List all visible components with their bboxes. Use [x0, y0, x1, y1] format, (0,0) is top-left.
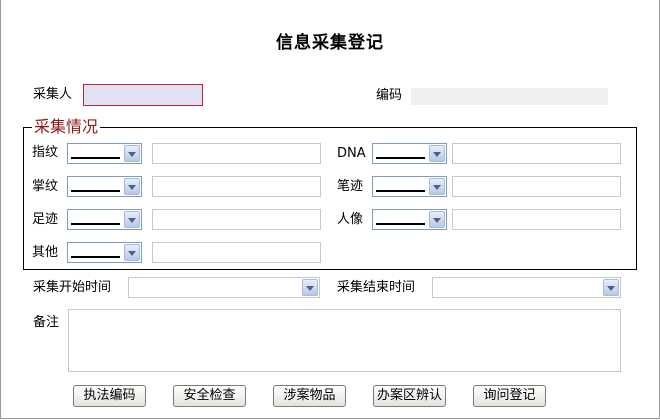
fingerprint-input[interactable] [152, 143, 321, 164]
dna-label: DNA [337, 146, 366, 161]
collection-section-legend: 采集情况 [34, 117, 99, 136]
dna-select[interactable] [372, 143, 447, 164]
collector-label: 采集人 [33, 87, 73, 102]
handwriting-input[interactable] [452, 176, 621, 197]
chevron-down-icon[interactable] [603, 279, 619, 296]
security-check-button[interactable]: 安全检查 [173, 385, 246, 407]
palmprint-select[interactable] [67, 176, 142, 197]
palmprint-label: 掌纹 [32, 179, 59, 194]
end-time-select[interactable] [432, 277, 621, 298]
case-area-identify-button[interactable]: 办案区辨认 [373, 385, 446, 407]
handwriting-select[interactable] [372, 176, 447, 197]
footprint-select[interactable] [67, 209, 142, 230]
dna-input[interactable] [452, 143, 621, 164]
other-select[interactable] [67, 242, 142, 263]
end-time-label: 采集结束时间 [337, 280, 416, 295]
fingerprint-label: 指纹 [32, 145, 59, 160]
inquiry-register-button[interactable]: 询问登记 [473, 385, 546, 407]
start-time-label: 采集开始时间 [33, 280, 112, 295]
chevron-down-icon[interactable] [429, 178, 445, 195]
portrait-select[interactable] [372, 209, 447, 230]
case-items-button[interactable]: 涉案物品 [273, 385, 346, 407]
portrait-input[interactable] [452, 209, 621, 230]
law-code-button[interactable]: 执法编码 [73, 385, 146, 407]
footprint-input[interactable] [152, 209, 321, 230]
handwriting-label: 笔迹 [337, 179, 364, 194]
chevron-down-icon[interactable] [302, 279, 318, 296]
other-input[interactable] [152, 242, 321, 263]
code-label: 编码 [376, 88, 403, 103]
palmprint-input[interactable] [152, 176, 321, 197]
chevron-down-icon[interactable] [124, 244, 140, 261]
portrait-label: 人像 [337, 212, 364, 227]
fingerprint-select[interactable] [67, 143, 142, 164]
start-time-select[interactable] [128, 277, 320, 298]
remarks-textarea[interactable] [68, 309, 621, 372]
footprint-label: 足迹 [32, 212, 59, 227]
chevron-down-icon[interactable] [124, 178, 140, 195]
page-title: 信息采集登记 [276, 33, 384, 53]
code-field [411, 88, 608, 105]
collector-input[interactable] [83, 84, 203, 106]
chevron-down-icon[interactable] [124, 211, 140, 228]
chevron-down-icon[interactable] [429, 211, 445, 228]
remarks-label: 备注 [33, 315, 60, 330]
chevron-down-icon[interactable] [429, 145, 445, 162]
chevron-down-icon[interactable] [124, 145, 140, 162]
other-label: 其他 [32, 245, 59, 260]
